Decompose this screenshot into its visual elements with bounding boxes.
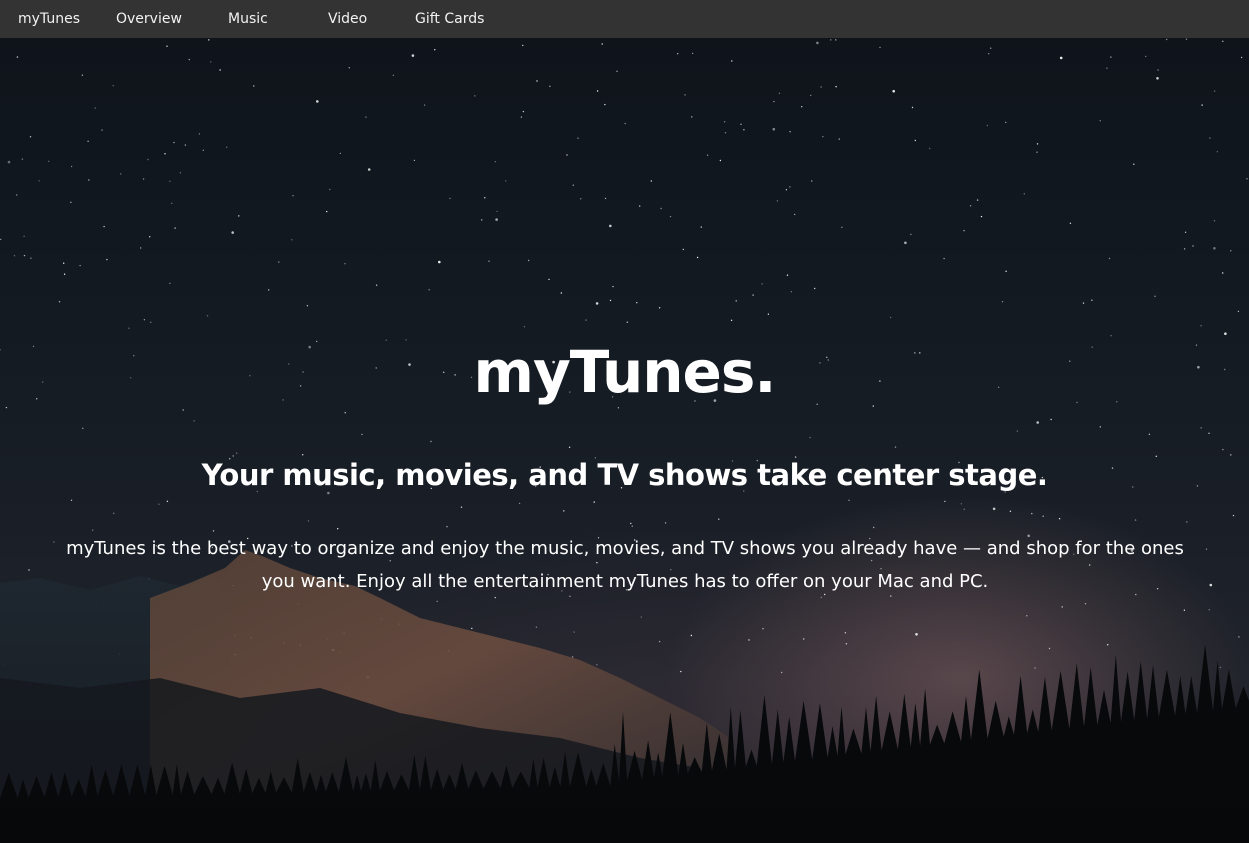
hero-description: myTunes is the best way to organize and … (66, 538, 1184, 592)
top-navigation-bar: myTunes Overview Music Video Gift Cards (0, 0, 1249, 38)
hero-subtitle: Your music, movies, and TV shows take ce… (201, 458, 1048, 492)
nav-brand-link[interactable]: myTunes (18, 0, 80, 38)
hero-section: myTunes. Your music, movies, and TV show… (0, 38, 1249, 843)
hero-title: myTunes. (473, 338, 777, 406)
hero-content: myTunes. Your music, movies, and TV show… (0, 38, 1249, 843)
nav-item-video[interactable]: Video (328, 0, 367, 38)
nav-item-overview[interactable]: Overview (116, 0, 182, 38)
nav-item-music[interactable]: Music (228, 0, 268, 38)
page: myTunes Overview Music Video Gift Cards (0, 0, 1249, 843)
nav-item-gift-cards[interactable]: Gift Cards (415, 0, 484, 38)
